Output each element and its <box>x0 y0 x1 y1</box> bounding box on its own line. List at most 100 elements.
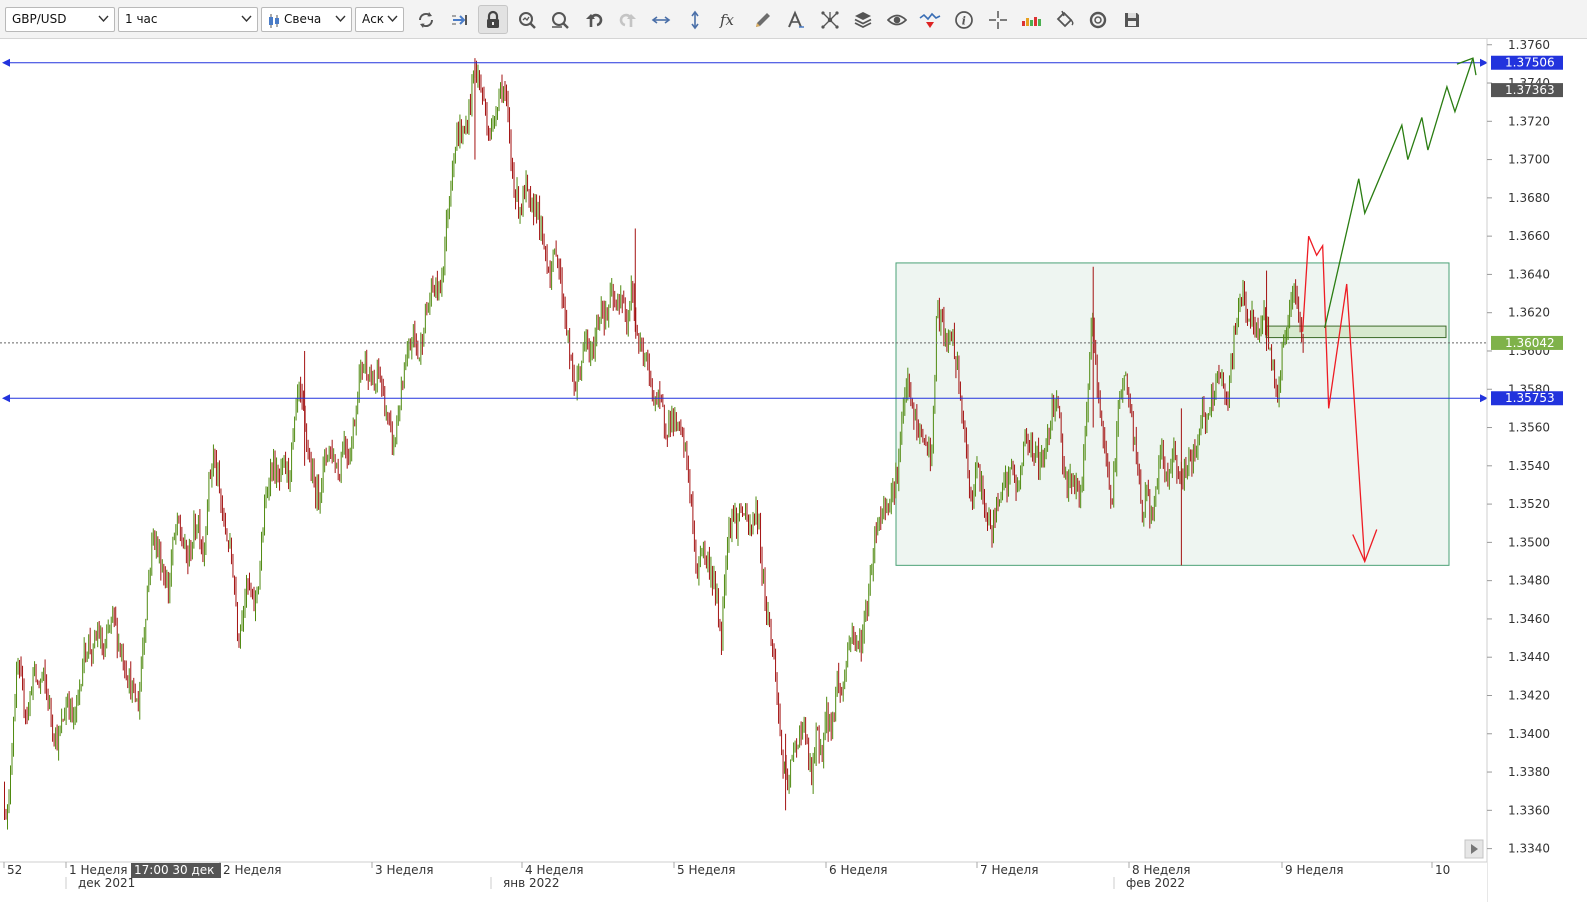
signal-icon <box>919 12 941 28</box>
paint-bucket-button[interactable] <box>1050 5 1080 34</box>
candlestick-icon <box>268 13 280 28</box>
week-label: 8 Неделя <box>1132 863 1190 877</box>
week-label: 5 Неделя <box>677 863 735 877</box>
formula-icon: fx <box>719 11 735 29</box>
y-tick-label: 1.3640 <box>1508 267 1550 281</box>
week-label: 4 Неделя <box>525 863 583 877</box>
price-type-select[interactable]: Аск <box>355 7 404 32</box>
zoom-out-button[interactable] <box>545 5 575 34</box>
price-tag-label: 1.37506 <box>1505 56 1555 70</box>
week-label: 1 Неделя <box>69 863 127 877</box>
y-tick-label: 1.3700 <box>1508 153 1550 167</box>
symbol-select[interactable]: GBP/USD <box>5 7 115 32</box>
info-button[interactable]: i <box>949 5 979 34</box>
layers-icon <box>854 11 872 28</box>
chevron-down-icon <box>335 8 347 31</box>
volume-button[interactable] <box>1016 5 1046 34</box>
y-tick-label: 1.3480 <box>1508 574 1550 588</box>
zoom-in-button[interactable] <box>512 5 542 34</box>
eye-button[interactable] <box>882 5 912 34</box>
price-chart[interactable]: 1.37601.37401.37201.37001.36801.36601.36… <box>0 39 1587 902</box>
info-icon: i <box>955 10 973 29</box>
lock-button[interactable] <box>478 5 508 34</box>
eye-icon <box>887 14 907 25</box>
crosshair-button[interactable] <box>983 5 1013 34</box>
volume-icon <box>1022 16 1041 26</box>
week-label: 7 Неделя <box>980 863 1038 877</box>
redo-button[interactable] <box>613 5 643 34</box>
month-label: янв 2022 <box>503 876 560 890</box>
chevron-down-icon <box>241 8 253 31</box>
svg-text:i: i <box>962 14 966 27</box>
text-tool-button[interactable] <box>781 5 811 34</box>
y-tick-label: 1.3500 <box>1508 535 1550 549</box>
layers-button[interactable] <box>848 5 878 34</box>
zoom-in-icon <box>519 11 536 29</box>
y-tick-label: 1.3620 <box>1508 306 1550 320</box>
horizontal-fit-icon <box>651 15 671 24</box>
svg-text:fx: fx <box>719 11 735 29</box>
vertical-fit-icon <box>691 10 699 29</box>
y-tick-label: 1.3360 <box>1508 803 1550 817</box>
save-icon <box>1125 12 1139 27</box>
text-tool-icon <box>788 9 804 28</box>
y-tick-label: 1.3340 <box>1508 842 1550 856</box>
zone-box[interactable] <box>1265 325 1447 339</box>
y-tick-label: 1.3560 <box>1508 421 1550 435</box>
y-tick-label: 1.3520 <box>1508 497 1550 511</box>
horizontal-fit-button[interactable] <box>646 5 676 34</box>
price-tag-label: 1.36042 <box>1505 336 1555 350</box>
undo-icon <box>586 13 603 27</box>
y-tick-label: 1.3760 <box>1508 39 1550 52</box>
formula-button[interactable]: fx <box>714 5 744 34</box>
hub-button[interactable] <box>815 5 845 34</box>
week-label: 2 Неделя <box>223 863 281 877</box>
price-tag-label: 1.35753 <box>1505 391 1555 405</box>
undo-button[interactable] <box>579 5 609 34</box>
y-tick-label: 1.3680 <box>1508 191 1550 205</box>
pencil-button[interactable] <box>748 5 778 34</box>
y-tick-label: 1.3460 <box>1508 612 1550 626</box>
y-tick-label: 1.3380 <box>1508 765 1550 779</box>
price-tag-label: 1.37363 <box>1505 83 1555 97</box>
chart-type-value: Свеча <box>284 12 322 26</box>
y-tick-label: 1.3420 <box>1508 688 1550 702</box>
y-tick-label: 1.3660 <box>1508 229 1550 243</box>
week-label: 3 Неделя <box>375 863 433 877</box>
save-button[interactable] <box>1117 5 1147 34</box>
month-label: фев 2022 <box>1126 876 1185 890</box>
signal-button[interactable] <box>915 5 945 34</box>
drawings-layer <box>895 262 1450 566</box>
redo-icon <box>619 13 636 27</box>
price-tag: 1.37506 <box>1491 55 1563 70</box>
chevron-down-icon <box>98 8 110 31</box>
month-label: дек 2021 <box>78 876 135 890</box>
refresh-button[interactable] <box>411 5 441 34</box>
week-label: 6 Неделя <box>829 863 887 877</box>
timeframe-select[interactable]: 1 час <box>118 7 258 32</box>
chart-toolbar: GBP/USD 1 час Свеча Аск fx i <box>0 0 1587 39</box>
range-box[interactable] <box>895 262 1450 566</box>
chevron-down-icon <box>387 8 399 31</box>
autoscroll-icon <box>452 14 467 25</box>
symbol-value: GBP/USD <box>12 12 67 26</box>
vertical-fit-button[interactable] <box>680 5 710 34</box>
refresh-icon <box>418 11 434 28</box>
y-tick-label: 1.3400 <box>1508 727 1550 741</box>
y-tick-label: 1.3440 <box>1508 650 1550 664</box>
y-tick-label: 1.3720 <box>1508 114 1550 128</box>
zoom-out-icon <box>552 11 569 29</box>
price-tag: 1.35753 <box>1491 391 1563 406</box>
paint-bucket-icon <box>1056 10 1074 27</box>
scroll-right-button[interactable] <box>1464 839 1484 859</box>
price-tag: 1.36042 <box>1491 335 1563 350</box>
hub-icon <box>821 10 839 29</box>
cycle-button[interactable] <box>1083 5 1113 34</box>
week-label: 9 Неделя <box>1285 863 1343 877</box>
timeframe-value: 1 час <box>125 12 158 26</box>
chart-type-select[interactable]: Свеча <box>261 7 352 32</box>
crosshair-icon <box>989 10 1007 29</box>
autoscroll-button[interactable] <box>445 5 475 34</box>
week-label: 10 <box>1435 863 1450 877</box>
crosshair-time-label: 17:00 30 дек <box>134 863 214 877</box>
